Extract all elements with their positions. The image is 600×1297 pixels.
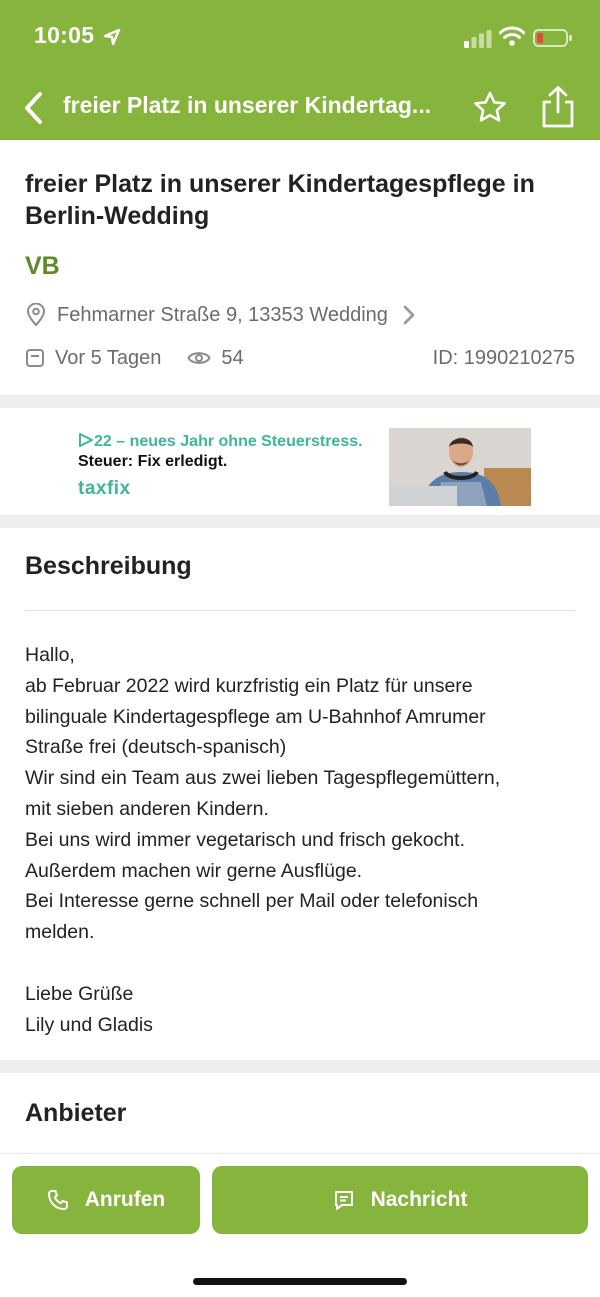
eye-icon [187,352,212,364]
share-icon[interactable] [536,84,580,130]
description-section: Beschreibung Hallo, ab Februar 2022 wird… [0,528,600,1060]
chevron-right-icon [403,305,415,325]
home-indicator [193,1278,407,1285]
play-arrow-icon [79,433,93,447]
ad-tagline: Steuer: Fix erledigt. [78,453,228,470]
message-icon [334,1191,353,1210]
ad-banner[interactable]: 22 – neues Jahr ohne Steuerstress. Steue… [76,428,531,506]
location-pin-icon [26,303,46,327]
listing-summary: freier Platz in unserer Kindertagespfleg… [0,140,600,395]
wifi-icon [499,26,525,46]
app-header: 10:05 freier Platz in unserer Kindertag.… [0,0,600,140]
message-button[interactable]: Nachricht [212,1166,588,1234]
ad-headline-text: 22 – neues Jahr ohne Steuerstress. [94,433,363,450]
listing-meta: Vor 5 Tagen 54 ID: 1990210275 [25,345,575,371]
address-link[interactable]: Fehmarner Straße 9, 13353 Wedding [25,302,430,328]
description-line: Außerdem machen wir gerne Ausflüge. [25,859,363,882]
listing-id: ID: 1990210275 [432,346,575,369]
navigation-bar: freier Platz in unserer Kindertag... [0,76,600,140]
description-text: Hallo, ab Februar 2022 wird kurzfristig … [25,640,580,1040]
listing-price: VB [25,252,60,280]
battery-icon [533,29,572,47]
view-count: 54 [221,346,244,369]
posted-date: Vor 5 Tagen [55,346,162,369]
action-bar: Anrufen Nachricht [0,1153,600,1297]
cellular-signal-icon [464,30,492,48]
description-line: Straße frei (deutsch-spanisch) [25,736,287,759]
call-button[interactable]: Anrufen [12,1166,200,1234]
ad-person-photo [389,428,531,506]
description-line: mit sieben anderen Kindern. [25,797,269,820]
message-button-label: Nachricht [370,1188,468,1211]
status-bar: 10:05 [0,0,600,76]
listing-title: freier Platz in unserer Kindertagespfleg… [25,170,535,230]
description-line: Bei uns wird immer vegetarisch und frisc… [25,828,466,851]
description-line: Wir sind ein Team aus zwei lieben Tagesp… [25,767,501,790]
description-line: Hallo, [25,644,75,666]
description-line: Bei Interesse gerne schnell per Mail ode… [25,890,479,913]
location-arrow-icon [103,28,121,46]
description-heading: Beschreibung [25,552,192,580]
address-text: Fehmarner Straße 9, 13353 Wedding [57,303,388,326]
status-time: 10:05 [34,22,95,48]
ad-brand-logo: taxfix [78,478,131,499]
phone-icon [47,1190,68,1210]
star-icon[interactable] [470,88,510,128]
description-line: Lily und Gladis [25,1013,153,1036]
back-chevron-icon[interactable] [20,88,48,128]
description-line: melden. [25,921,95,944]
section-divider [25,610,575,611]
calendar-icon [26,349,44,367]
provider-heading: Anbieter [25,1099,127,1127]
description-line: Liebe Grüße [25,982,134,1005]
description-line: ab Februar 2022 wird kurzfristig ein Pla… [25,674,473,697]
call-button-label: Anrufen [84,1188,166,1211]
nav-title: freier Platz in unserer Kindertag... [63,92,432,118]
ad-headline: 22 – neues Jahr ohne Steuerstress. [78,432,363,451]
ad-banner-card: 22 – neues Jahr ohne Steuerstress. Steue… [0,408,600,515]
description-line: bilinguale Kindertagespflege am U-Bahnho… [25,705,486,728]
